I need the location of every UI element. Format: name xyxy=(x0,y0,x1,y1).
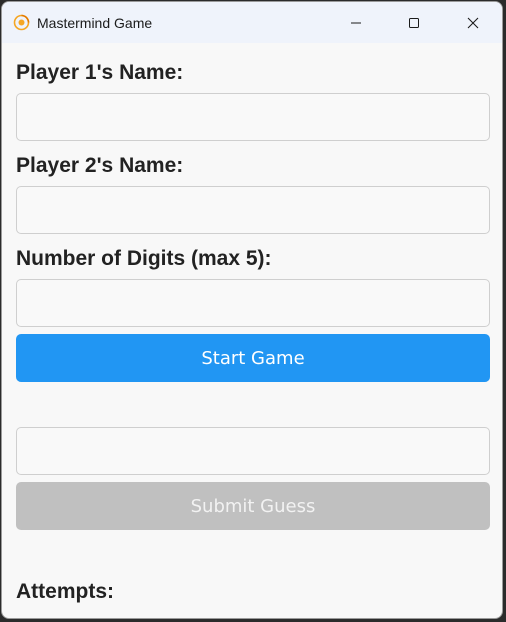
start-game-button[interactable]: Start Game xyxy=(16,334,490,382)
window-title: Mastermind Game xyxy=(37,15,153,31)
digits-label: Number of Digits (max 5): xyxy=(16,247,272,270)
guess-input[interactable] xyxy=(16,427,490,475)
submit-guess-button[interactable]: Submit Guess xyxy=(16,482,490,530)
close-button[interactable] xyxy=(444,2,502,43)
player1-name-label: Player 1's Name: xyxy=(16,61,184,84)
app-window: Mastermind Game Player 1's Name: Player … xyxy=(1,1,503,619)
digits-input[interactable] xyxy=(16,279,490,327)
minimize-button[interactable] xyxy=(327,2,385,43)
title-bar[interactable]: Mastermind Game xyxy=(2,2,502,43)
player2-name-input[interactable] xyxy=(16,186,490,234)
maximize-icon xyxy=(408,17,420,29)
player2-name-label: Player 2's Name: xyxy=(16,154,184,177)
maximize-button[interactable] xyxy=(385,2,443,43)
player1-name-input[interactable] xyxy=(16,93,490,141)
mastermind-app-icon xyxy=(13,14,30,31)
minimize-icon xyxy=(350,17,362,29)
attempts-label: Attempts: xyxy=(16,580,114,603)
close-icon xyxy=(467,17,479,29)
